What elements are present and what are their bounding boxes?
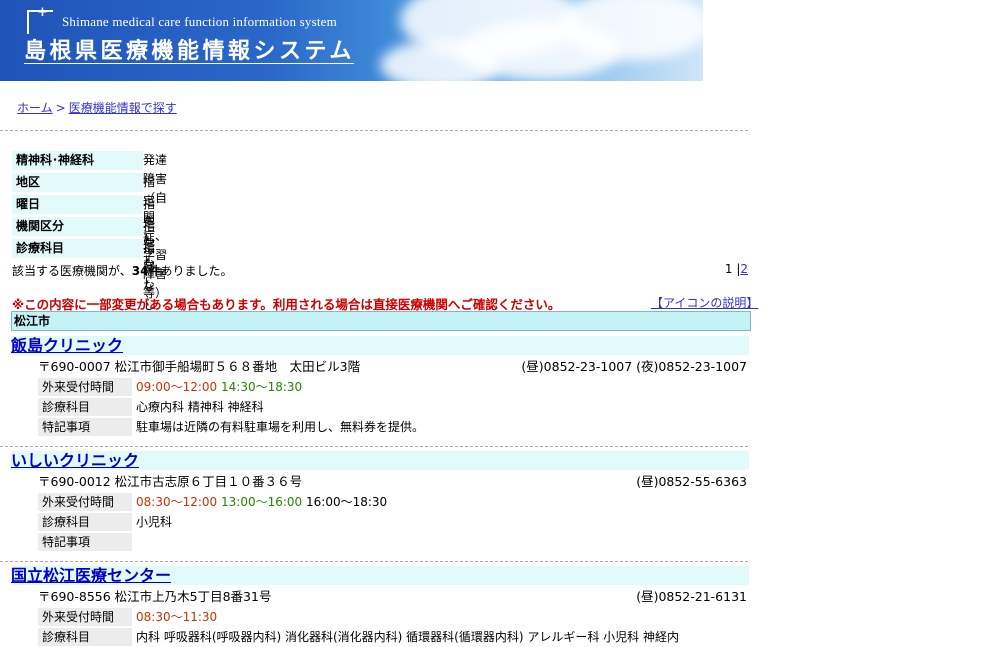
clinic-notes-row: 特記事項 駐車場は近隣の有料駐車場を利用し、無料券を提供。 xyxy=(38,418,749,437)
clinic-departments-row: 診療科目 心療内科 精神科 神経科 xyxy=(38,398,749,417)
hours-label: 外来受付時間 xyxy=(38,378,132,396)
result-count-number: 34件 xyxy=(131,264,161,278)
clinic-name-link[interactable]: 飯島クリニック xyxy=(11,336,123,355)
departments-value: 心療内科 精神科 神経科 xyxy=(136,400,264,414)
hours-pm: 13:00～16:00 xyxy=(221,495,303,509)
breadcrumb-current-link[interactable]: 医療機能情報で探す xyxy=(69,101,177,115)
clinic-address: 〒690-0007 松江市御手船場町５６８番地 太田ビル3階 xyxy=(38,359,361,374)
clinic-departments-row: 診療科目 内科 呼吸器科(呼吸器内科) 消化器科(消化器内科) 循環器科(循環器… xyxy=(38,628,749,647)
pagination: 1 |2 xyxy=(725,262,748,276)
hours-label: 外来受付時間 xyxy=(38,608,132,626)
banner-subtitle: Shimane medical care function informatio… xyxy=(62,14,337,29)
notes-value: 駐車場は近隣の有料駐車場を利用し、無料券を提供。 xyxy=(136,420,425,434)
clinic-departments-row: 診療科目 小児科 xyxy=(38,513,749,532)
clinic-hours-row: 外来受付時間 09:00～12:00 14:30～18:30 xyxy=(38,378,749,397)
clinic-name-link[interactable]: 国立松江医療センター xyxy=(11,566,171,585)
clinic-phone: (昼)0852-21-6131 xyxy=(636,589,747,604)
criteria-label: 曜日 xyxy=(12,195,143,214)
site-banner: + Shimane medical care function informat… xyxy=(0,0,703,81)
clinic-hours-row: 外来受付時間 08:30～11:30 xyxy=(38,608,749,627)
icon-legend-link[interactable]: 【アイコンの説明】 xyxy=(651,294,758,311)
hours-value: 08:30～11:30 xyxy=(136,608,217,626)
clinic-phone: (昼)0852-23-1007 (夜)0852-23-1007 xyxy=(521,359,747,374)
region-header: 松江市 xyxy=(11,311,751,331)
criteria-label: 診療科目 xyxy=(12,239,143,258)
breadcrumb: ホーム > 医療機能情報で探す xyxy=(17,99,177,116)
medical-cross-icon: + xyxy=(27,5,53,34)
hours-label: 外来受付時間 xyxy=(38,493,132,511)
clinic-name-bar: いしいクリニック xyxy=(11,451,749,470)
page-current: 1 xyxy=(724,262,733,276)
divider xyxy=(0,130,748,131)
result-count: 該当する医療機関が、34件ありました。 xyxy=(12,262,232,279)
divider xyxy=(0,446,748,447)
clinic-name-link[interactable]: いしいクリニック xyxy=(11,451,139,470)
breadcrumb-separator: > xyxy=(55,101,66,115)
clinic-hours-row: 外来受付時間 08:30～12:00 13:00～16:00 16:00～18:… xyxy=(38,493,749,512)
clinic-name-bar: 国立松江医療センター xyxy=(11,566,749,585)
notes-label: 特記事項 xyxy=(38,533,132,551)
departments-value: 内科 呼吸器科(呼吸器内科) 消化器科(消化器内科) 循環器科(循環器内科) ア… xyxy=(136,630,679,644)
banner-underline xyxy=(24,63,354,64)
page-2-link[interactable]: 2 xyxy=(740,262,748,276)
departments-label: 診療科目 xyxy=(38,513,132,531)
hours-pm: 14:30～18:30 xyxy=(221,380,303,394)
clinic-name-bar: 飯島クリニック xyxy=(11,336,749,355)
clinic-notes-row: 特記事項 xyxy=(38,533,749,552)
notes-label: 特記事項 xyxy=(38,418,132,436)
departments-label: 診療科目 xyxy=(38,398,132,416)
criteria-label: 地区 xyxy=(12,173,143,192)
clinic-address: 〒690-0012 松江市古志原６丁目１０番３６号 xyxy=(38,474,303,489)
hours-ev: 16:00～18:30 xyxy=(306,495,388,509)
departments-label: 診療科目 xyxy=(38,628,132,646)
result-prefix: 該当する医療機関が、 xyxy=(12,264,132,278)
criteria-label: 機関区分 xyxy=(12,217,143,236)
clinic-phone: (昼)0852-55-6363 xyxy=(636,474,747,489)
criteria-label: 精神科･神経科 xyxy=(12,151,143,170)
hours-am: 08:30～12:00 xyxy=(136,495,218,509)
hours-am: 09:00～12:00 xyxy=(136,380,218,394)
clinic-address: 〒690-8556 松江市上乃木5丁目8番31号 xyxy=(38,589,272,604)
breadcrumb-home-link[interactable]: ホーム xyxy=(17,101,53,115)
hours-am: 08:30～11:30 xyxy=(136,610,218,624)
departments-value: 小児科 xyxy=(136,515,173,529)
divider xyxy=(0,561,748,562)
banner-title: 島根県医療機能情報システム xyxy=(24,39,355,64)
hours-value: 09:00～12:00 14:30～18:30 xyxy=(136,378,302,396)
hours-value: 08:30～12:00 13:00～16:00 16:00～18:30 xyxy=(136,493,387,511)
result-suffix: ありました。 xyxy=(160,264,233,278)
